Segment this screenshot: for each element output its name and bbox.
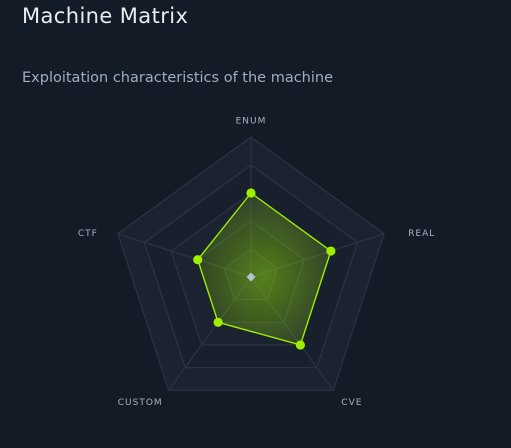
radar-chart: ENUM REAL CVE CUSTOM CTF [78,117,435,408]
axis-label-enum: ENUM [236,117,267,127]
axis-label-cve: CVE [341,398,362,408]
axis-label-custom: CUSTOM [118,398,163,408]
axis-label-real: REAL [408,229,435,239]
axis-label-ctf: CTF [78,229,98,239]
radar-point-enum[interactable] [246,188,256,198]
machine-matrix-card: Machine Matrix Exploitation characterist… [0,0,511,448]
radar-point-cve[interactable] [295,340,305,350]
radar-point-ctf[interactable] [193,255,203,265]
radar-point-real[interactable] [326,246,336,256]
radar-point-custom[interactable] [213,317,223,327]
